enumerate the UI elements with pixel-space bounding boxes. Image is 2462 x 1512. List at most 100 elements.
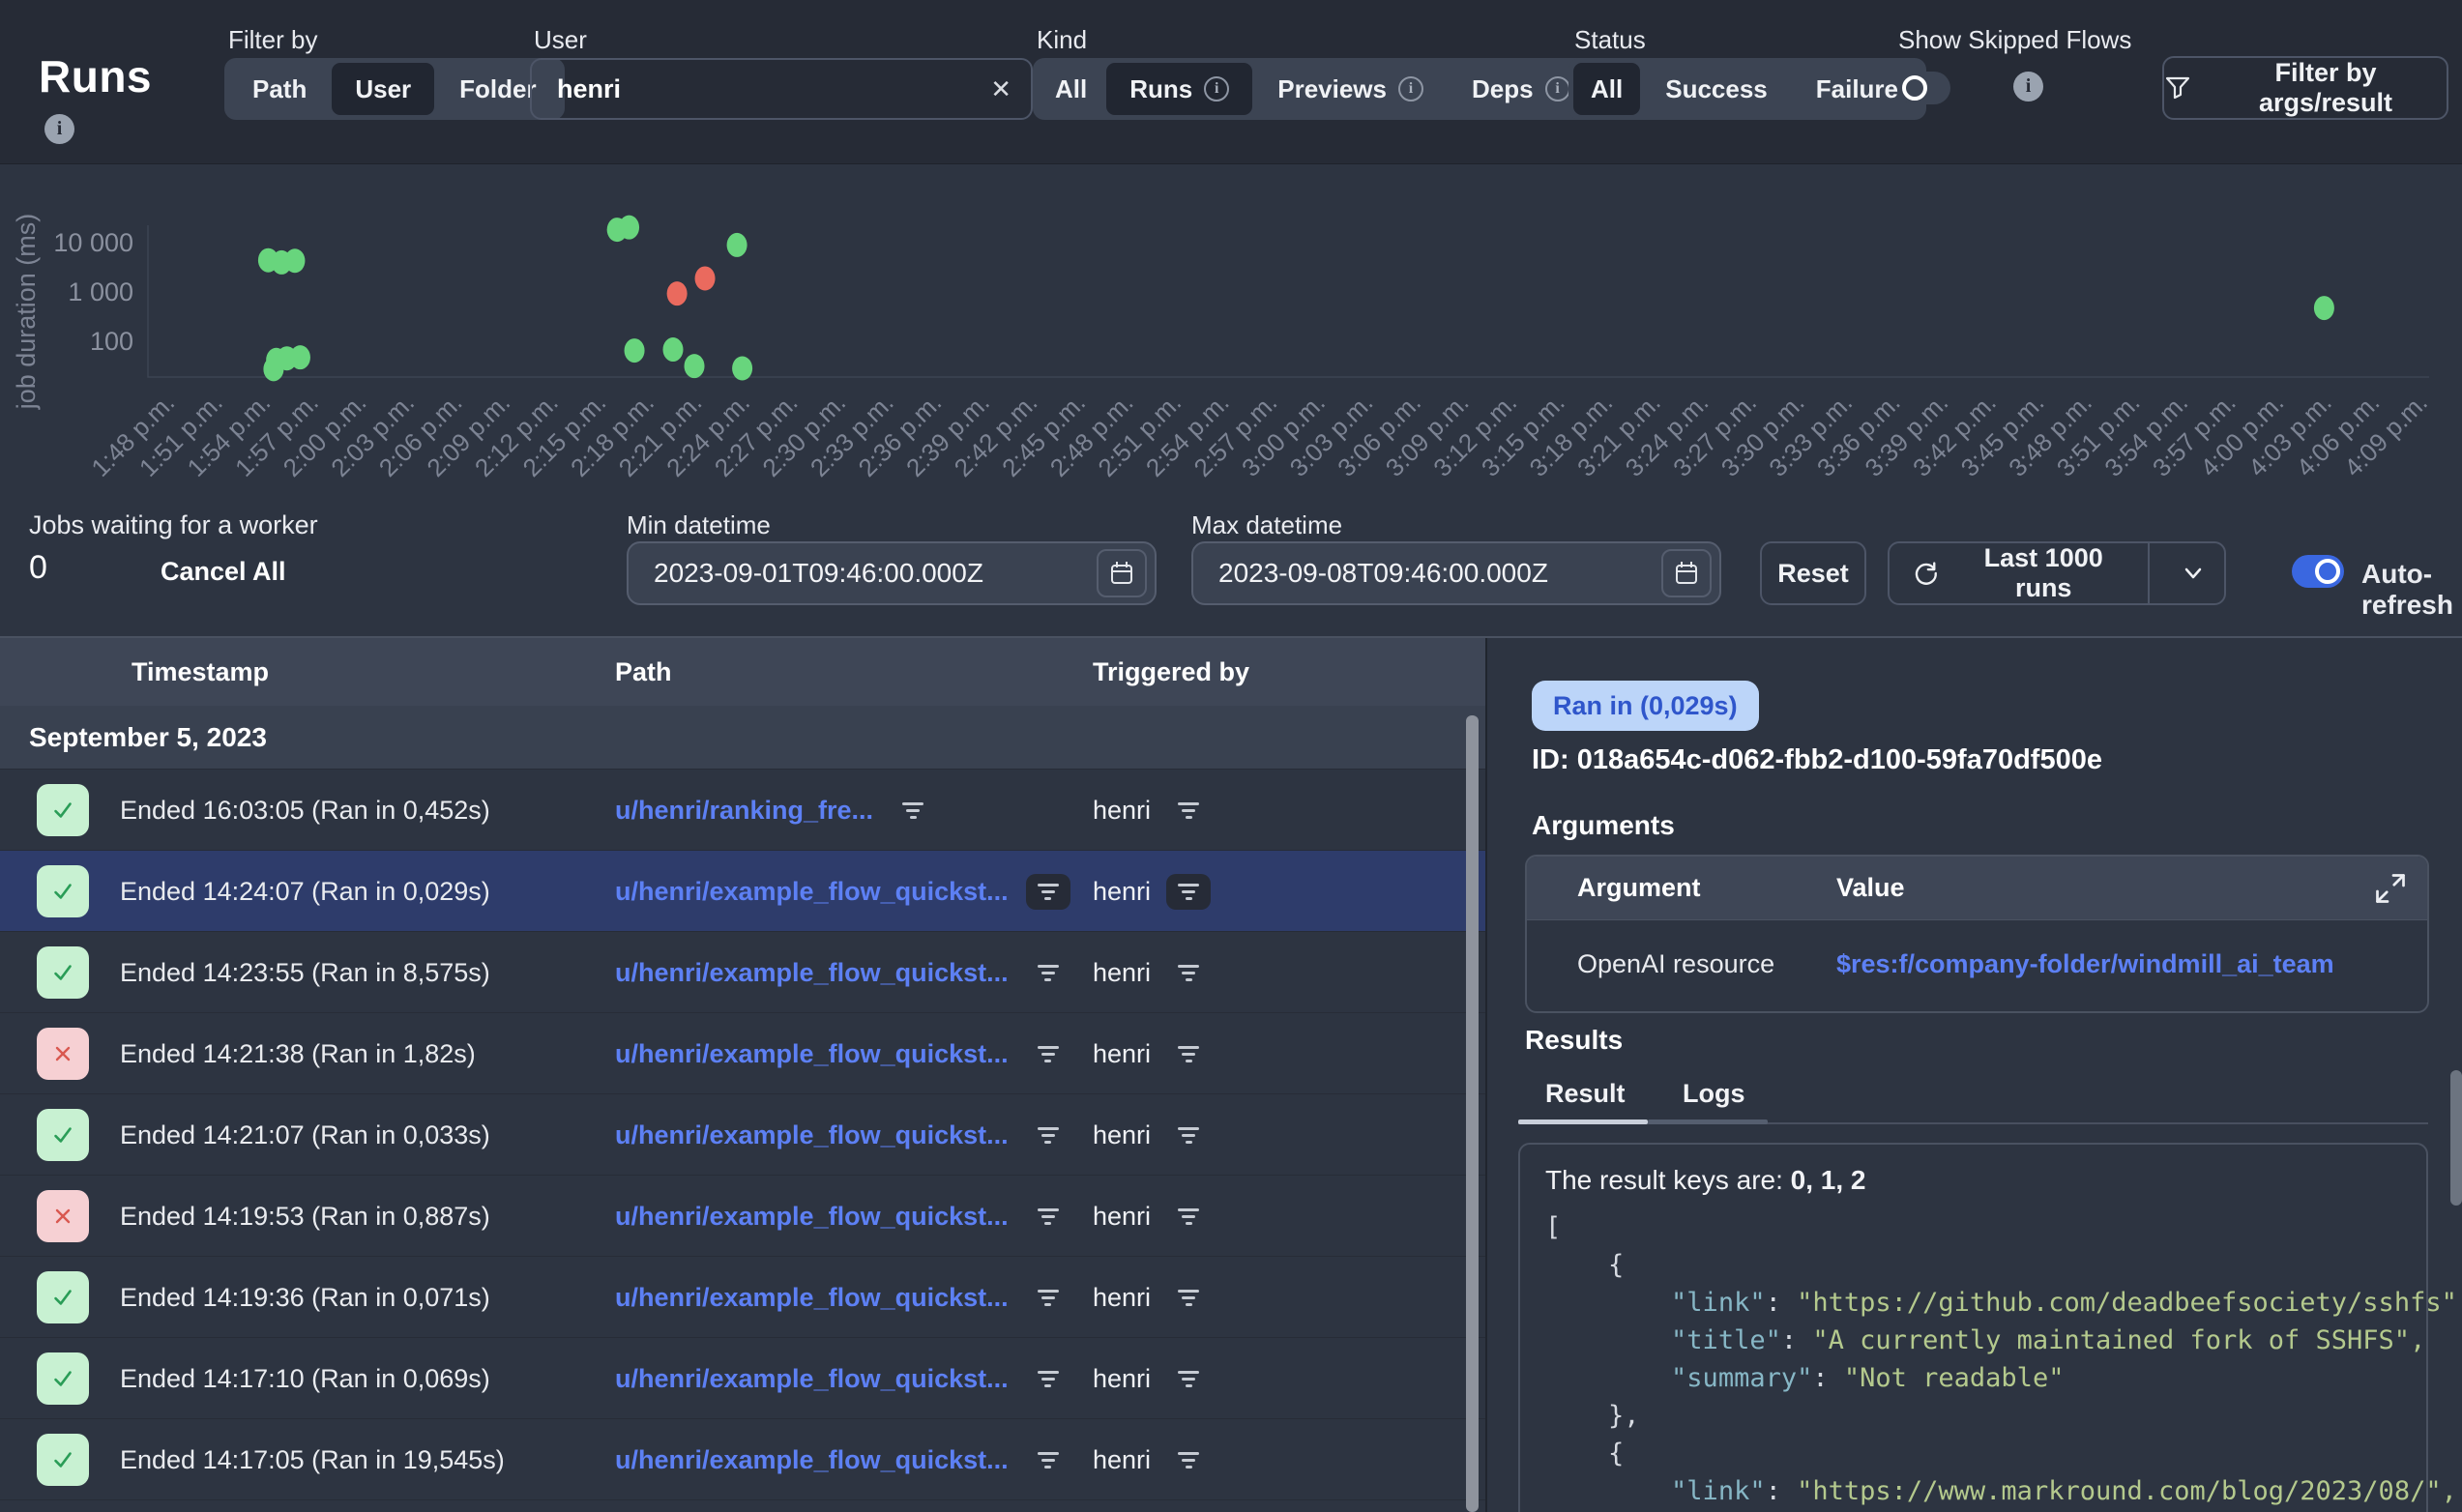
result-keys: 0, 1, 2	[1791, 1165, 1866, 1195]
max-datetime-input[interactable]: 2023-09-08T09:46:00.000Z	[1191, 541, 1721, 605]
filter-args-result-button[interactable]: Filter by args/result	[2162, 56, 2448, 120]
row-filter-icon[interactable]	[1026, 1199, 1070, 1235]
table-row[interactable]: Ended 14:23:55 (Ran in 8,575s)u/henri/ex…	[0, 932, 1485, 1013]
success-icon	[37, 865, 89, 917]
chart-point-success[interactable]	[619, 216, 639, 240]
show-skipped-info-icon[interactable]: i	[2013, 72, 2043, 102]
row-filter-icon[interactable]	[1026, 874, 1070, 910]
row-filter-icon[interactable]	[1166, 1036, 1211, 1072]
run-path-link[interactable]: u/henri/example_flow_quickst...	[615, 877, 1009, 907]
user-input[interactable]: henri ✕	[530, 58, 1033, 120]
run-path-link[interactable]: u/henri/example_flow_quickst...	[615, 1283, 1009, 1313]
table-row[interactable]: Ended 16:03:05 (Ran in 0,452s)u/henri/ra…	[0, 770, 1485, 851]
row-filter-icon[interactable]	[1166, 793, 1211, 829]
status-success-button[interactable]: Success	[1642, 63, 1791, 115]
clear-user-icon[interactable]: ✕	[990, 74, 1011, 104]
table-row[interactable]: Ended 14:17:05 (Ran in 19,545s)u/henri/e…	[0, 1419, 1485, 1500]
filter-args-result-label: Filter by args/result	[2205, 58, 2447, 118]
run-path-link[interactable]: u/henri/example_flow_quickst...	[615, 1202, 1009, 1232]
chart-point-success[interactable]	[625, 338, 645, 363]
last-runs-dropdown-button[interactable]	[2163, 561, 2224, 586]
filter-by-path-button[interactable]: Path	[229, 63, 330, 115]
run-path-link[interactable]: u/henri/example_flow_quickst...	[615, 958, 1009, 988]
row-filter-icon[interactable]	[1026, 1280, 1070, 1316]
kind-runs-button[interactable]: Runs i	[1106, 63, 1252, 115]
row-filter-icon[interactable]	[1166, 1118, 1211, 1153]
min-calendar-icon[interactable]	[1097, 549, 1147, 597]
row-filter-icon[interactable]	[1166, 1442, 1211, 1478]
reset-button[interactable]: Reset	[1760, 541, 1866, 605]
run-path-link[interactable]: u/henri/example_flow_quickst...	[615, 1039, 1009, 1069]
argument-value-link[interactable]: $res:f/company-folder/windmill_ai_team	[1836, 949, 2334, 979]
show-skipped-toggle[interactable]	[1898, 72, 1950, 104]
table-row[interactable]: Ended 14:19:53 (Ran in 0,887s)u/henri/ex…	[0, 1176, 1485, 1257]
kind-deps-label: Deps	[1472, 74, 1534, 104]
arguments-table: Argument Value OpenAI resource $res:f/co…	[1525, 855, 2429, 1013]
col-header-triggered-by: Triggered by	[1093, 657, 1249, 687]
kind-all-button[interactable]: All	[1038, 63, 1104, 115]
min-datetime-input[interactable]: 2023-09-01T09:46:00.000Z	[627, 541, 1157, 605]
result-json[interactable]: [ { "link": "https://github.com/deadbeef…	[1545, 1208, 2462, 1512]
row-filter-icon[interactable]	[1166, 1280, 1211, 1316]
row-filter-icon[interactable]	[1166, 1361, 1211, 1397]
table-row[interactable]: Ended 14:21:38 (Ran in 1,82s)u/henri/exa…	[0, 1013, 1485, 1094]
runs-info-icon[interactable]: i	[44, 114, 74, 144]
row-filter-icon[interactable]	[1026, 1118, 1070, 1153]
table-row[interactable]: Ended 14:19:36 (Ran in 0,071s)u/henri/ex…	[0, 1257, 1485, 1338]
chart-point-failure[interactable]	[667, 281, 688, 305]
run-path-link[interactable]: u/henri/example_flow_quickst...	[615, 1120, 1009, 1150]
table-row[interactable]: Ended 14:24:07 (Ran in 0,029s)u/henri/ex…	[0, 851, 1485, 932]
cancel-all-button[interactable]: Cancel All	[161, 557, 286, 587]
chart-point-success[interactable]	[2314, 296, 2334, 320]
chart-point-failure[interactable]	[695, 266, 716, 290]
chart-point-success[interactable]	[732, 357, 752, 381]
run-path-link[interactable]: u/henri/example_flow_quickst...	[615, 1445, 1009, 1475]
chart-point-success[interactable]	[685, 354, 705, 378]
user-input-value: henri	[557, 74, 990, 104]
row-filter-icon[interactable]	[1166, 1199, 1211, 1235]
row-filter-icon[interactable]	[1026, 1442, 1070, 1478]
previews-info-circle-icon[interactable]: i	[1398, 76, 1423, 102]
table-row[interactable]: Ended 14:17:10 (Ran in 0,069s)u/henri/ex…	[0, 1338, 1485, 1419]
panel-divider	[1485, 638, 1487, 1512]
run-path-link[interactable]: u/henri/example_flow_quickst...	[615, 1364, 1009, 1394]
runs-chart[interactable]: job duration (ms)10 0001 0001001:48 p.m.…	[0, 166, 2462, 543]
triggered-by-user: henri	[1093, 1120, 1151, 1150]
table-row[interactable]: Ended 14:21:07 (Ran in 0,033s)u/henri/ex…	[0, 1094, 1485, 1176]
chart-point-success[interactable]	[727, 233, 747, 257]
chart-point-success[interactable]	[284, 248, 305, 273]
deps-info-circle-icon[interactable]: i	[1545, 76, 1570, 102]
page-scrollbar[interactable]	[2450, 1070, 2462, 1206]
runs-table-header: Timestamp Path Triggered by	[0, 638, 1485, 706]
table-scrollbar[interactable]	[1466, 715, 1479, 1512]
row-filter-icon[interactable]	[1166, 955, 1211, 991]
argument-row: OpenAI resource $res:f/company-folder/wi…	[1527, 920, 2427, 1013]
row-filter-icon[interactable]	[1026, 1361, 1070, 1397]
chart-point-success[interactable]	[662, 337, 683, 362]
kind-previews-button[interactable]: Previews i	[1254, 63, 1447, 115]
status-all-button[interactable]: All	[1573, 63, 1640, 115]
row-filter-icon[interactable]	[891, 793, 935, 829]
runs-page: { "page": { "title": "Runs" }, "filters"…	[0, 0, 2462, 1512]
triggered-by-user: henri	[1093, 958, 1151, 988]
run-path-link[interactable]: u/henri/ranking_fre...	[615, 796, 873, 826]
run-path-cell: u/henri/example_flow_quickst...	[615, 932, 1070, 1013]
triggered-by-cell: henri	[1093, 1094, 1211, 1176]
json-line: "summary": "Not readable"	[1545, 1359, 2462, 1397]
max-calendar-icon[interactable]	[1661, 549, 1712, 597]
row-filter-icon[interactable]	[1026, 955, 1070, 991]
auto-refresh-toggle[interactable]	[2292, 555, 2344, 588]
row-filter-icon[interactable]	[1026, 1036, 1070, 1072]
triggered-by-user: henri	[1093, 1445, 1151, 1475]
last-runs-button[interactable]: Last 1000 runs	[1888, 541, 2226, 605]
expand-arguments-button[interactable]	[2371, 870, 2410, 909]
runs-info-circle-icon[interactable]: i	[1204, 76, 1229, 102]
chart-point-success[interactable]	[290, 345, 310, 369]
filter-by-user-button[interactable]: User	[332, 63, 434, 115]
row-filter-icon[interactable]	[1166, 874, 1211, 910]
tab-logs[interactable]: Logs	[1683, 1079, 1745, 1109]
success-icon	[37, 784, 89, 836]
success-icon	[37, 1271, 89, 1323]
results-title: Results	[1525, 1025, 1623, 1056]
tab-result[interactable]: Result	[1545, 1079, 1626, 1109]
